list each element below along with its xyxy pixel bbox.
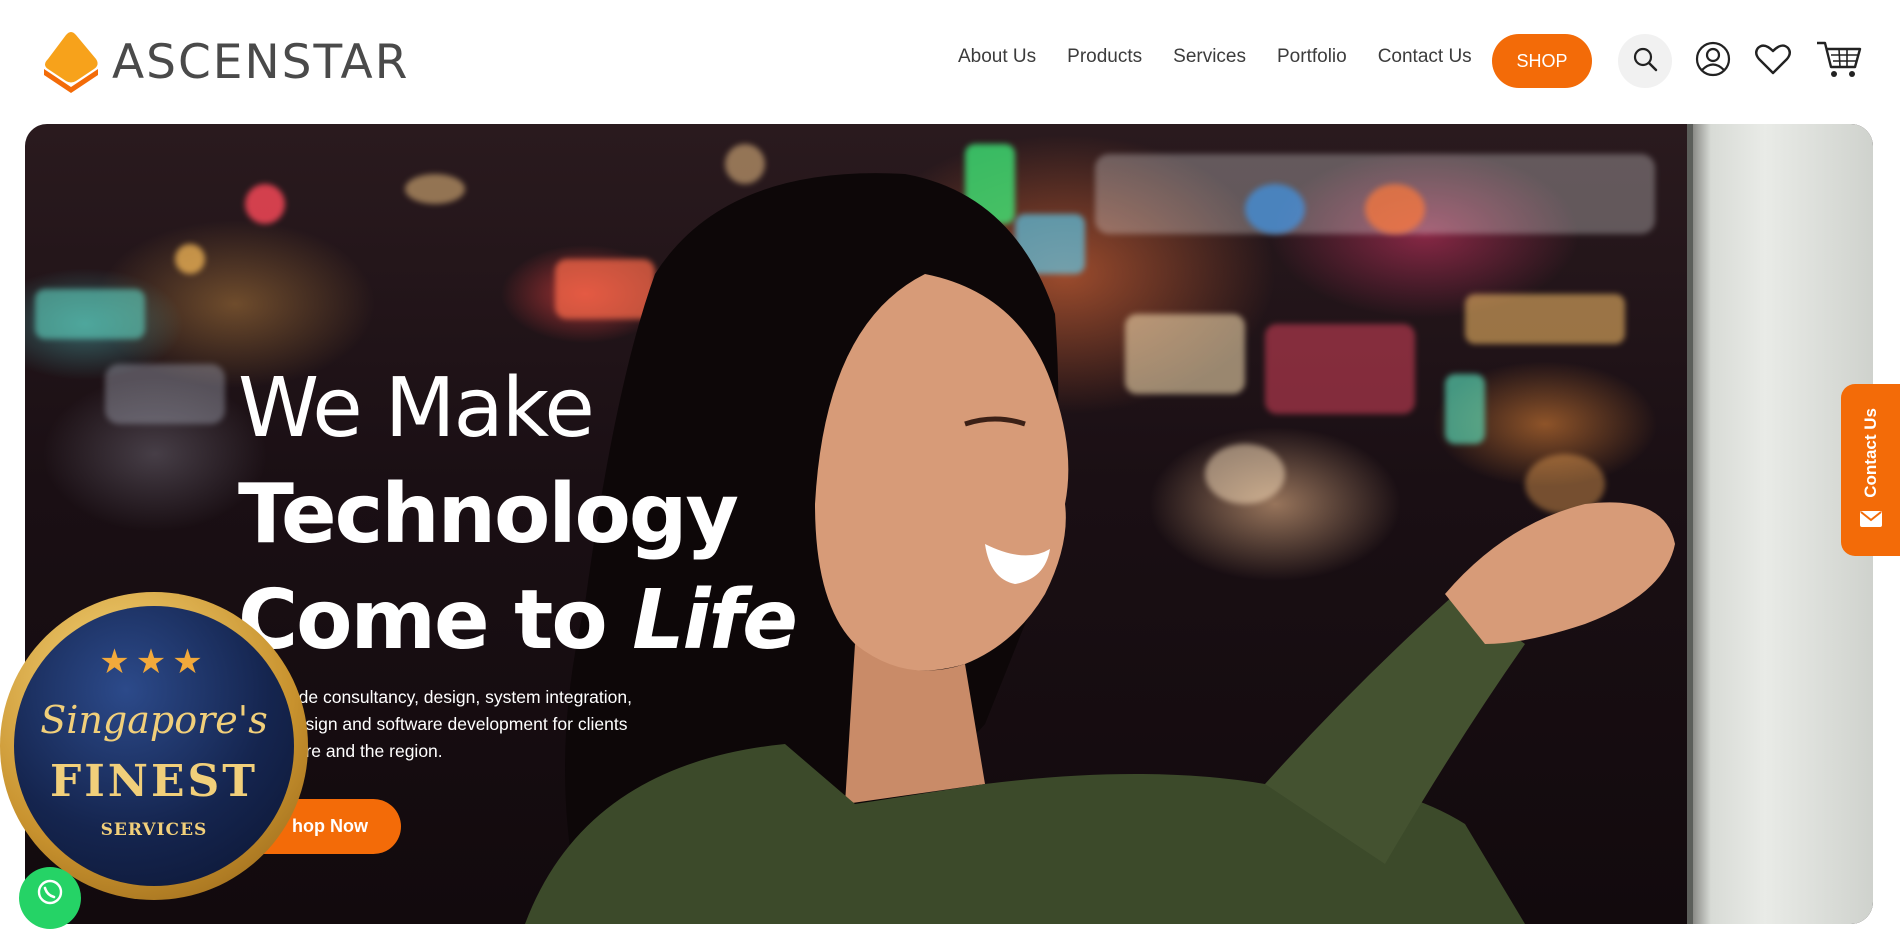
account-button[interactable] <box>1692 40 1734 82</box>
headline-italic: Life <box>632 573 798 668</box>
badge-script-text: Singapore's <box>40 698 268 742</box>
envelope-icon <box>1859 511 1882 532</box>
hero-subtext: vide consultancy, design, system integra… <box>238 684 708 765</box>
badge-services-text: SERVICES <box>100 820 208 840</box>
nav-portfolio[interactable]: Portfolio <box>1277 46 1347 68</box>
headline-line-3: Come to Life <box>238 568 798 674</box>
headline-line-1: We Make <box>238 361 595 456</box>
cart-icon <box>1815 39 1863 84</box>
badge-finest-text: FINEST <box>49 756 259 807</box>
nav-products[interactable]: Products <box>1067 46 1142 68</box>
logo-text: ASCENSTAR <box>112 34 410 90</box>
subtext-line-1: vide consultancy, design, system integra… <box>286 687 632 707</box>
hero-headline: We Make Technology Come to Life <box>238 356 798 674</box>
contact-tab-label: Contact Us <box>1860 407 1880 498</box>
shop-now-label: hop Now <box>292 816 368 836</box>
search-icon <box>1632 46 1658 77</box>
badge-inner: ★★★ Singapore's FINEST SERVICES <box>14 606 294 886</box>
headline-line-2: Technology <box>238 467 739 562</box>
whatsapp-icon <box>35 877 65 912</box>
headline-plain: Come to <box>238 573 633 668</box>
site-header: ASCENSTAR About Us Products Services Por… <box>0 0 1900 124</box>
contact-us-tab[interactable]: Contact Us <box>1841 384 1900 556</box>
heart-icon <box>1754 42 1792 81</box>
wishlist-button[interactable] <box>1752 40 1794 82</box>
whatsapp-button[interactable] <box>19 867 81 929</box>
search-button[interactable] <box>1618 34 1672 88</box>
shop-button[interactable]: SHOP <box>1492 34 1592 88</box>
subtext-line-3: pore and the region. <box>286 741 443 761</box>
subtext-line-2: design and software development for clie… <box>286 714 628 734</box>
user-icon <box>1695 41 1731 82</box>
badge-stars: ★★★ <box>99 643 209 681</box>
logo[interactable]: ASCENSTAR <box>38 28 409 96</box>
main-nav: About Us Products Services Portfolio Con… <box>958 46 1472 68</box>
nav-contact-us[interactable]: Contact Us <box>1378 46 1472 68</box>
singapores-finest-badge[interactable]: ★★★ Singapore's FINEST SERVICES <box>0 592 308 900</box>
cart-button[interactable] <box>1814 40 1864 82</box>
logo-mark-icon <box>38 29 104 95</box>
nav-about-us[interactable]: About Us <box>958 46 1036 68</box>
nav-services[interactable]: Services <box>1173 46 1246 68</box>
hero-banner: We Make Technology Come to Life vide con… <box>25 124 1873 924</box>
